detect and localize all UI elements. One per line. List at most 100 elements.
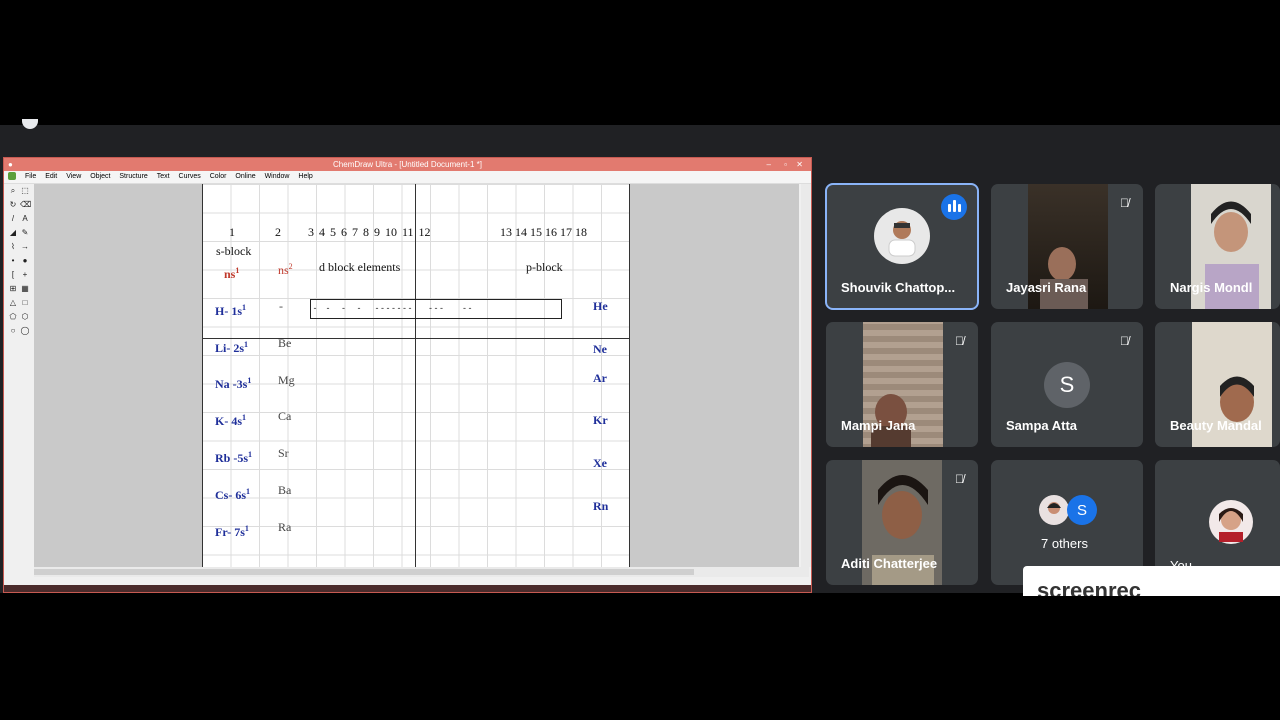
element-h: H- 1s1 — [215, 303, 246, 318]
arrow-tool-icon[interactable]: → — [20, 242, 30, 251]
mic-off-icon: 🎙̸ — [955, 334, 964, 348]
element-cs: Cs- 6s1 — [215, 487, 251, 502]
close-icon[interactable]: ✕ — [796, 158, 803, 171]
watermark-text: screenrec — [1037, 578, 1141, 596]
group-2-label: 2 — [275, 225, 281, 239]
element-g2-h: - — [279, 299, 283, 313]
menu-object[interactable]: Object — [90, 171, 110, 183]
participant-tile-jayasri[interactable]: 🎙̸ Jayasri Rana — [991, 184, 1143, 309]
square-tool-icon[interactable]: □ — [20, 298, 30, 307]
document-page — [202, 184, 630, 567]
element-ne: Ne — [593, 342, 607, 356]
p-group-labels: 13 14 15 16 17 18 — [500, 225, 587, 239]
avatar: S — [1067, 495, 1097, 525]
participant-name: Sampa Atta — [1006, 418, 1078, 433]
screenrec-watermark: screenrec — [1023, 566, 1280, 596]
menu-text[interactable]: Text — [157, 171, 170, 183]
menu-file[interactable]: File — [25, 171, 36, 183]
participant-tile-nargis[interactable]: Nargis Mondl — [1155, 184, 1280, 309]
avatar — [1209, 500, 1253, 544]
pentagon-tool-icon[interactable]: ⬠ — [8, 312, 18, 321]
menu-online[interactable]: Online — [235, 171, 255, 183]
horizontal-scrollbar[interactable] — [34, 567, 809, 577]
mic-off-icon: 🎙̸ — [1120, 334, 1129, 348]
rotate-tool-icon[interactable]: ↻ — [8, 200, 18, 209]
eraser-tool-icon[interactable]: ⌫ — [20, 200, 31, 209]
menu-view[interactable]: View — [66, 171, 81, 183]
ns2-label: ns2 — [278, 262, 293, 277]
element-li: Li- 2s1 — [215, 340, 249, 355]
lasso-tool-icon[interactable]: ⌕ — [8, 186, 18, 195]
menu-window[interactable]: Window — [265, 171, 290, 183]
mic-off-icon: 🎙̸ — [1120, 196, 1129, 210]
element-rb: Rb -5s1 — [215, 450, 253, 465]
element-ra: Ra — [278, 520, 292, 534]
table-border-right — [629, 184, 630, 567]
element-kr: Kr — [593, 413, 608, 427]
bracket-tool-icon[interactable]: [ — [8, 270, 18, 279]
menu-structure[interactable]: Structure — [119, 171, 147, 183]
orbital-tool-icon[interactable]: • — [8, 256, 18, 265]
scroll-thumb[interactable] — [34, 569, 694, 575]
ring-tool-icon[interactable]: ◯ — [20, 326, 30, 335]
plus-tool-icon[interactable]: + — [20, 270, 30, 279]
triangle-tool-icon[interactable]: △ — [8, 298, 18, 307]
participant-tile-sampa[interactable]: S 🎙̸ Sampa Atta — [991, 322, 1143, 447]
element-ca: Ca — [278, 409, 292, 423]
participant-name: Mampi Jana — [841, 418, 916, 433]
avatar — [1039, 495, 1069, 525]
table-tool-icon[interactable]: ⊞ — [8, 284, 18, 293]
others-count-label: 7 others — [1041, 536, 1088, 551]
chain-tool-icon[interactable]: ⌇ — [8, 242, 18, 251]
title-bar: ChemDraw Ultra - [Untitled Document-1 *]… — [4, 158, 811, 171]
menu-bar: File Edit View Object Structure Text Cur… — [4, 171, 811, 184]
table-row-divider — [202, 338, 630, 339]
p-block-label: p-block — [526, 260, 563, 274]
atom-tool-icon[interactable]: ● — [20, 256, 30, 265]
participant-tile-aditi[interactable]: 🎙̸ Aditi Chatterjee — [826, 460, 978, 585]
text-tool-icon[interactable]: A — [20, 214, 30, 223]
d-block-label: d block elements — [319, 260, 401, 274]
group-1-label: 1 — [229, 225, 235, 239]
tool-palette: ⌕ ⬚ ↻ ⌫ / A ◢ ✎ ⌇ → • ● [ + ⊞ ▦ △ □ ⬠ ⬡ … — [4, 184, 34, 434]
menu-curves[interactable]: Curves — [179, 171, 201, 183]
vertical-scrollbar[interactable] — [801, 184, 811, 567]
ns1-label: ns1 — [224, 266, 240, 281]
template-tool-icon[interactable]: ▦ — [20, 284, 30, 293]
maximize-icon[interactable]: ▫ — [784, 158, 787, 171]
element-xe: Xe — [593, 456, 607, 470]
element-fr: Fr- 7s1 — [215, 524, 249, 539]
chemdraw-window: ChemDraw Ultra - [Untitled Document-1 *]… — [3, 157, 812, 593]
menu-edit[interactable]: Edit — [45, 171, 57, 183]
wedge-tool-icon[interactable]: ◢ — [8, 228, 18, 237]
element-ar: Ar — [593, 371, 607, 385]
speaking-indicator-icon — [941, 194, 967, 220]
minimize-icon[interactable]: – — [767, 158, 771, 171]
avatar: S — [1044, 362, 1090, 408]
element-ba: Ba — [278, 483, 292, 497]
participant-name: Beauty Mandal — [1170, 418, 1262, 433]
element-he: He — [593, 299, 608, 313]
element-k: K- 4s1 — [215, 413, 246, 428]
participant-name: Nargis Mondl — [1170, 280, 1253, 295]
marquee-tool-icon[interactable]: ⬚ — [20, 186, 30, 195]
participant-tile-mampi[interactable]: 🎙̸ Mampi Jana — [826, 322, 978, 447]
d-group-labels: 3 4 5 6 7 8 9 10 11 12 — [308, 225, 431, 239]
pen-tool-icon[interactable]: ✎ — [20, 228, 30, 237]
participant-name: Shouvik Chattop... — [841, 280, 956, 295]
table-center-line — [415, 184, 416, 567]
participant-name: Jayasri Rana — [1006, 280, 1087, 295]
participant-tile-shouvik[interactable]: Shouvik Chattop... — [825, 183, 979, 310]
menu-color[interactable]: Color — [210, 171, 227, 183]
hexagon-tool-icon[interactable]: ⬡ — [20, 312, 30, 321]
bond-tool-icon[interactable]: / — [8, 214, 18, 223]
window-title: ChemDraw Ultra - [Untitled Document-1 *] — [333, 160, 482, 169]
circle-tool-icon[interactable]: ○ — [8, 326, 18, 335]
participant-tile-beauty[interactable]: Beauty Mandal — [1155, 322, 1280, 447]
dashed-period-box: - - - - - - - - - - - - - - - - — [310, 299, 562, 319]
element-na: Na -3s1 — [215, 376, 252, 391]
menu-help[interactable]: Help — [298, 171, 312, 183]
element-be: Be — [278, 336, 292, 350]
document-icon — [8, 172, 16, 181]
avatar — [874, 208, 930, 264]
